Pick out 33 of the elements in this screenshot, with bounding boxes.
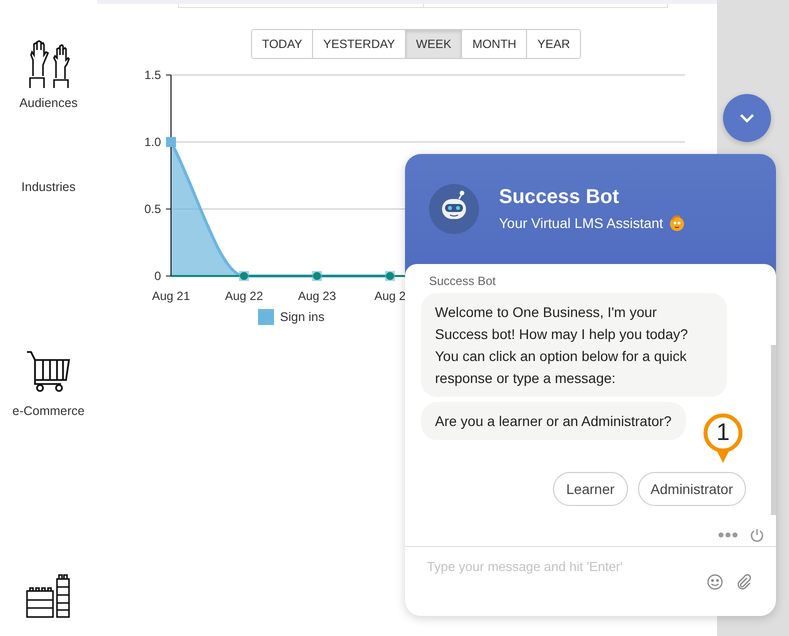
sidebar-item[interactable]: Audiences (19, 96, 78, 110)
smiley-icon (669, 215, 686, 231)
sender-name: Success Bot (429, 274, 496, 288)
bot-title: Success Bot (499, 186, 620, 209)
emoji-icon[interactable] (707, 574, 723, 590)
axis-label: 0 (154, 269, 161, 283)
legend-label[interactable]: Sign ins (280, 310, 324, 324)
chat-message: Welcome to One Business, I'm your Success bot! How may I help you today? You can click an option below for a quick response or type a message: (421, 293, 727, 397)
scrollbar[interactable] (771, 345, 776, 515)
attachment-icon[interactable] (736, 574, 752, 590)
collapse-button[interactable] (723, 94, 771, 142)
axis-label: Aug 22 (224, 289, 264, 303)
chevron-down-icon (739, 113, 755, 123)
quick-reply-button[interactable]: Learner (553, 472, 628, 506)
bot-subtitle: Your Virtual LMS Assistant (499, 215, 664, 231)
sidebar-item[interactable]: Industries (21, 180, 76, 194)
building-icon (26, 574, 72, 618)
data-point (166, 137, 176, 147)
axis-label: 0.5 (144, 202, 161, 216)
power-icon[interactable] (750, 528, 764, 542)
axis-label: Aug 23 (298, 289, 336, 303)
hands-icon (26, 40, 70, 88)
range-tab[interactable]: WEEK (405, 30, 462, 58)
axis-label: Aug 21 (152, 289, 190, 303)
quick-reply-button[interactable]: Administrator (638, 472, 746, 506)
axis-label: 1.5 (144, 68, 161, 82)
sidebar-item[interactable]: e-Commerce (12, 404, 85, 418)
robot-avatar (429, 184, 479, 234)
axis-label: Aug 2 (374, 289, 406, 303)
more-icon[interactable] (718, 532, 738, 538)
range-tab[interactable]: YEAR (526, 30, 580, 58)
axis-label: 1.0 (144, 135, 161, 149)
chat-message: Are you a learner or an Administrator? (421, 402, 686, 440)
